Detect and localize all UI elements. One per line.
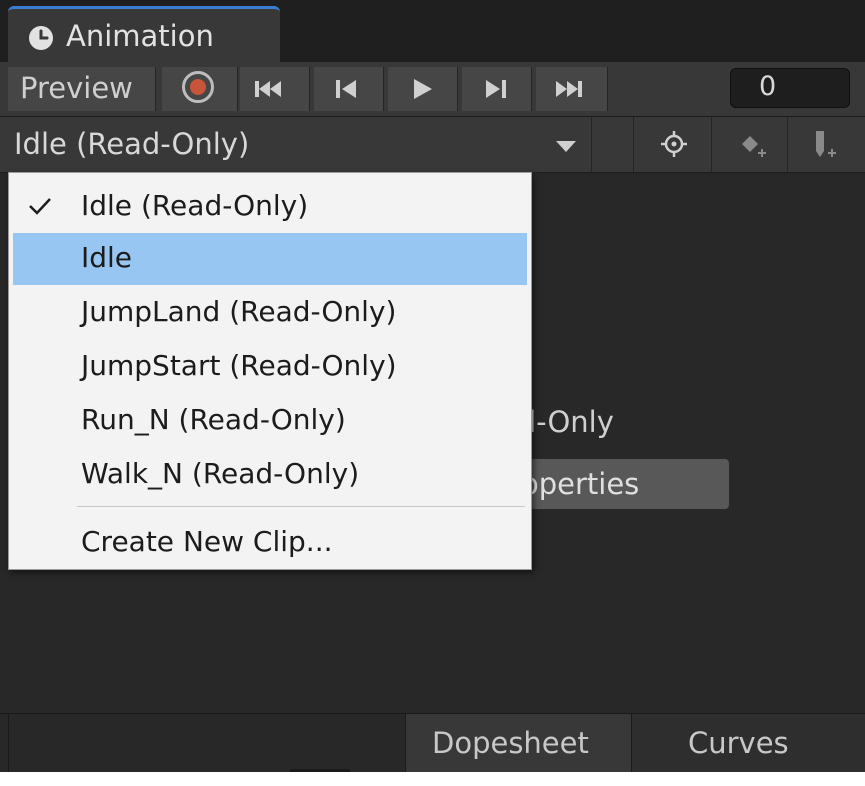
add-event-icon: [816, 131, 836, 157]
menu-item[interactable]: Run_N (Read-Only): [13, 395, 527, 447]
tab-curves-label: Curves: [688, 726, 789, 760]
frame-field[interactable]: 0: [730, 68, 850, 108]
checkmark-icon: [29, 198, 51, 215]
previous-keyframe-button[interactable]: [314, 67, 384, 111]
menu-item-label: Walk_N (Read-Only): [81, 457, 360, 490]
step-forward-icon: [486, 80, 506, 98]
menu-item[interactable]: Idle: [13, 233, 527, 285]
tab-bar: Animation: [0, 0, 865, 62]
menu-separator: [77, 506, 525, 507]
tab-curves[interactable]: Curves: [631, 714, 865, 772]
step-back-icon: [336, 80, 356, 98]
preview-toggle[interactable]: Preview: [8, 67, 156, 111]
menu-item-label: Idle: [81, 241, 133, 274]
menu-item-label: Idle (Read-Only): [81, 189, 309, 222]
menu-item-label: Run_N (Read-Only): [81, 403, 346, 436]
add-keyframe-icon: [742, 136, 766, 157]
clock-icon: [29, 26, 53, 50]
skip-to-start-icon: [255, 81, 281, 97]
clipbar-spacer: [592, 117, 634, 172]
play-icon: [414, 79, 432, 99]
playback-toolbar: Preview 0: [0, 62, 865, 117]
menu-item-label: JumpStart (Read-Only): [81, 349, 397, 382]
properties-button-label: operties: [521, 467, 640, 501]
record-button[interactable]: [162, 67, 238, 111]
menu-item[interactable]: Walk_N (Read-Only): [13, 449, 527, 501]
tab-animation[interactable]: Animation: [8, 6, 280, 62]
menu-item[interactable]: JumpStart (Read-Only): [13, 341, 527, 393]
filter-by-selection-button[interactable]: [636, 117, 712, 172]
tab-dopesheet-label: Dopesheet: [432, 726, 589, 760]
clip-bar: Idle (Read-Only): [0, 117, 865, 173]
menu-item-label: JumpLand (Read-Only): [81, 295, 397, 328]
play-button[interactable]: [388, 67, 458, 111]
menu-item[interactable]: Idle (Read-Only): [13, 181, 527, 233]
add-keyframe-button[interactable]: [712, 117, 788, 172]
clip-menu: Idle (Read-Only) Idle JumpLand (Read-Onl…: [8, 172, 532, 570]
preview-label: Preview: [20, 71, 133, 105]
add-event-button[interactable]: [788, 117, 865, 172]
animation-window: Animation Preview 0 Idle (Read-Only) ad-…: [0, 0, 865, 772]
create-new-clip-item[interactable]: Create New Clip...: [13, 517, 527, 569]
menu-item[interactable]: JumpLand (Read-Only): [13, 287, 527, 339]
tab-dopesheet[interactable]: Dopesheet: [405, 714, 631, 772]
tab-animation-label: Animation: [66, 19, 214, 53]
dropdown-arrow-icon: [556, 141, 576, 152]
record-icon: [182, 71, 214, 103]
clip-dropdown[interactable]: Idle (Read-Only): [0, 117, 592, 172]
bottom-left-separator: [8, 714, 9, 772]
last-keyframe-button[interactable]: [536, 67, 608, 111]
crosshair-icon: [661, 131, 687, 157]
clip-dropdown-value: Idle (Read-Only): [14, 127, 250, 161]
skip-to-end-icon: [556, 81, 582, 97]
frame-value: 0: [759, 71, 777, 102]
first-keyframe-button[interactable]: [240, 67, 310, 111]
scrollbar-handle[interactable]: [290, 769, 350, 772]
next-keyframe-button[interactable]: [462, 67, 532, 111]
menu-item-label: Create New Clip...: [81, 525, 333, 558]
